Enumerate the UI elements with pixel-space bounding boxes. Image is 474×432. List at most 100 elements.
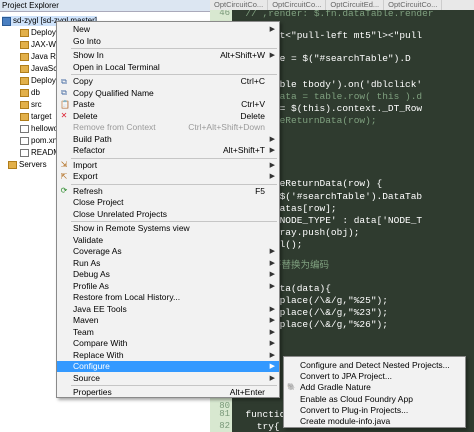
chevron-right-icon: ▶ — [269, 173, 275, 180]
editor-tab[interactable]: OptCircuitEd... — [326, 0, 385, 10]
tree-item[interactable]: target — [20, 112, 51, 122]
menu-item-label: Source — [73, 372, 100, 383]
submenu-item-label: Create module-info.java — [300, 416, 391, 426]
tree-item[interactable]: Deploy — [20, 28, 56, 38]
menu-item-maven[interactable]: Maven ▶ — [57, 315, 279, 326]
menu-item-label: Coverage As — [73, 246, 122, 256]
chevron-right-icon: ▶ — [269, 363, 275, 370]
menu-item-paste[interactable]: 📋 Paste Ctrl+V — [57, 99, 279, 110]
chevron-right-icon: ▶ — [269, 248, 275, 255]
menu-item-label: Paste — [73, 99, 95, 109]
menu-item-profile-as[interactable]: Profile As ▶ — [57, 281, 279, 292]
menu-item-run-as[interactable]: Run As ▶ — [57, 258, 279, 269]
menu-item-team[interactable]: Team ▶ — [57, 327, 279, 338]
menu-item-open-in-local-terminal[interactable]: Open in Local Terminal — [57, 62, 279, 73]
tree-item[interactable]: pom.xn — [20, 136, 57, 146]
tree-item[interactable]: Servers — [8, 160, 47, 170]
menu-item-close-project[interactable]: Close Project — [57, 197, 279, 208]
tree-item-label: db — [31, 88, 40, 97]
tree-item[interactable]: READM — [20, 148, 60, 158]
menu-item-compare-with[interactable]: Compare With ▶ — [57, 338, 279, 349]
menu-item-label: Copy Qualified Name — [73, 87, 154, 98]
menu-item-shortcut: Delete — [240, 110, 265, 121]
submenu-item-label: Configure and Detect Nested Projects... — [300, 360, 450, 370]
menu-item-shortcut: Alt+Shift+T — [222, 145, 265, 155]
menu-item-build-path[interactable]: Build Path ▶ — [57, 134, 279, 145]
menu-item-configure[interactable]: Configure ▶ — [57, 361, 279, 372]
folder-icon — [20, 101, 29, 109]
menu-item-properties[interactable]: Properties Alt+Enter — [57, 387, 279, 398]
menu-item-coverage-as[interactable]: Coverage As ▶ — [57, 246, 279, 257]
menu-item-validate[interactable]: Validate — [57, 235, 279, 246]
code-line: try{ — [234, 421, 280, 432]
tree-item[interactable]: hellowo — [20, 124, 58, 134]
chevron-right-icon: ▶ — [269, 317, 275, 324]
gradle-icon: 🐘 — [287, 383, 296, 391]
menu-item-debug-as[interactable]: Debug As ▶ — [57, 269, 279, 280]
chevron-right-icon: ▶ — [269, 305, 275, 313]
project-icon — [2, 16, 11, 26]
submenu-item-enable-as-cloud-foundry-app[interactable]: Enable as Cloud Foundry App — [284, 394, 465, 405]
tree-item-label: src — [31, 100, 42, 109]
file-icon — [20, 137, 29, 145]
menu-item-go-into[interactable]: Go Into — [57, 36, 279, 47]
tree-item[interactable]: JAX-W — [20, 40, 56, 50]
tree-item[interactable]: Java Re — [20, 52, 60, 62]
paste-icon: 📋 — [60, 99, 70, 109]
menu-item-copy-qualified-name[interactable]: ⧉ Copy Qualified Name — [57, 88, 279, 99]
folder-icon — [20, 41, 29, 49]
tree-item[interactable]: db — [20, 88, 40, 98]
menu-item-shortcut: Ctrl+C — [240, 76, 265, 86]
submenu-item-convert-to-plug-in-projects[interactable]: Convert to Plug-in Projects... — [284, 405, 465, 416]
chevron-right-icon: ▶ — [269, 340, 275, 347]
menu-item-label: Configure — [73, 361, 110, 371]
folder-icon — [20, 113, 29, 121]
chevron-right-icon: ▶ — [269, 374, 275, 382]
chevron-right-icon: ▶ — [269, 259, 275, 267]
editor-tab[interactable]: OptCircuitCo... — [384, 0, 443, 10]
submenu-item-create-module-info-java[interactable]: Create module-info.java — [284, 416, 465, 427]
menu-item-label: Import — [73, 159, 98, 170]
menu-item-remove-from-context: Remove from Context Ctrl+Alt+Shift+Down — [57, 122, 279, 133]
menu-item-show-in-remote-systems-view[interactable]: Show in Remote Systems view — [57, 223, 279, 234]
menu-item-refactor[interactable]: Refactor Alt+Shift+T ▶ — [57, 145, 279, 156]
delete-icon: ✕ — [60, 111, 68, 120]
menu-item-export[interactable]: ⇱ Export ▶ — [57, 171, 279, 182]
context-menu: New ▶ Go Into Show In Alt+Shift+W ▶ Open in Lo… — [56, 21, 280, 398]
menu-item-copy[interactable]: ⧉ Copy Ctrl+C — [57, 76, 279, 87]
menu-item-restore-from-local-history[interactable]: Restore from Local History... — [57, 292, 279, 303]
editor-tab[interactable]: OptCircuitCo... — [268, 0, 327, 10]
menu-item-import[interactable]: ⇲ Import ▶ — [57, 160, 279, 171]
line-number: 82 — [219, 421, 230, 431]
submenu-item-configure-and-detect-nested-projects[interactable]: Configure and Detect Nested Projects... — [284, 360, 465, 371]
tree-item-label: Deploy — [31, 28, 56, 37]
chevron-right-icon: ▶ — [269, 161, 275, 169]
menu-item-label: Go Into — [73, 35, 101, 46]
menu-item-show-in[interactable]: Show In Alt+Shift+W ▶ — [57, 50, 279, 61]
tree-item[interactable]: Deploy — [20, 76, 56, 86]
menu-item-label: Open in Local Terminal — [73, 61, 160, 72]
chevron-right-icon: ▶ — [269, 26, 275, 33]
tree-item-label: target — [31, 112, 52, 121]
menu-item-label: New — [73, 24, 91, 34]
menu-item-label: Build Path — [73, 133, 112, 144]
menu-item-new[interactable]: New ▶ — [57, 24, 279, 35]
project-explorer-tab[interactable]: Project Explorer — [0, 0, 210, 12]
menu-item-refresh[interactable]: ⟳ Refresh F5 — [57, 186, 279, 197]
menu-item-shortcut: F5 — [255, 185, 265, 196]
submenu-item-label: Enable as Cloud Foundry App — [300, 393, 413, 404]
editor-tab[interactable]: OptCircuitCo... — [210, 0, 269, 10]
tree-item-label: Servers — [19, 160, 47, 169]
menu-item-source[interactable]: Source ▶ — [57, 373, 279, 384]
menu-item-label: Delete — [73, 110, 98, 121]
menu-item-replace-with[interactable]: Replace With ▶ — [57, 350, 279, 361]
code-line: functio — [234, 409, 286, 420]
chevron-right-icon: ▶ — [269, 135, 275, 143]
line-number: 46 — [219, 10, 230, 18]
menu-item-close-unrelated-projects[interactable]: Close Unrelated Projects — [57, 209, 279, 220]
submenu-item-add-gradle-nature[interactable]: 🐘 Add Gradle Nature — [284, 382, 465, 393]
menu-item-java-ee-tools[interactable]: Java EE Tools ▶ — [57, 304, 279, 315]
menu-item-delete[interactable]: ✕ Delete Delete — [57, 111, 279, 122]
submenu-item-convert-to-jpa-project[interactable]: Convert to JPA Project... — [284, 371, 465, 382]
tree-item[interactable]: src — [20, 100, 42, 110]
